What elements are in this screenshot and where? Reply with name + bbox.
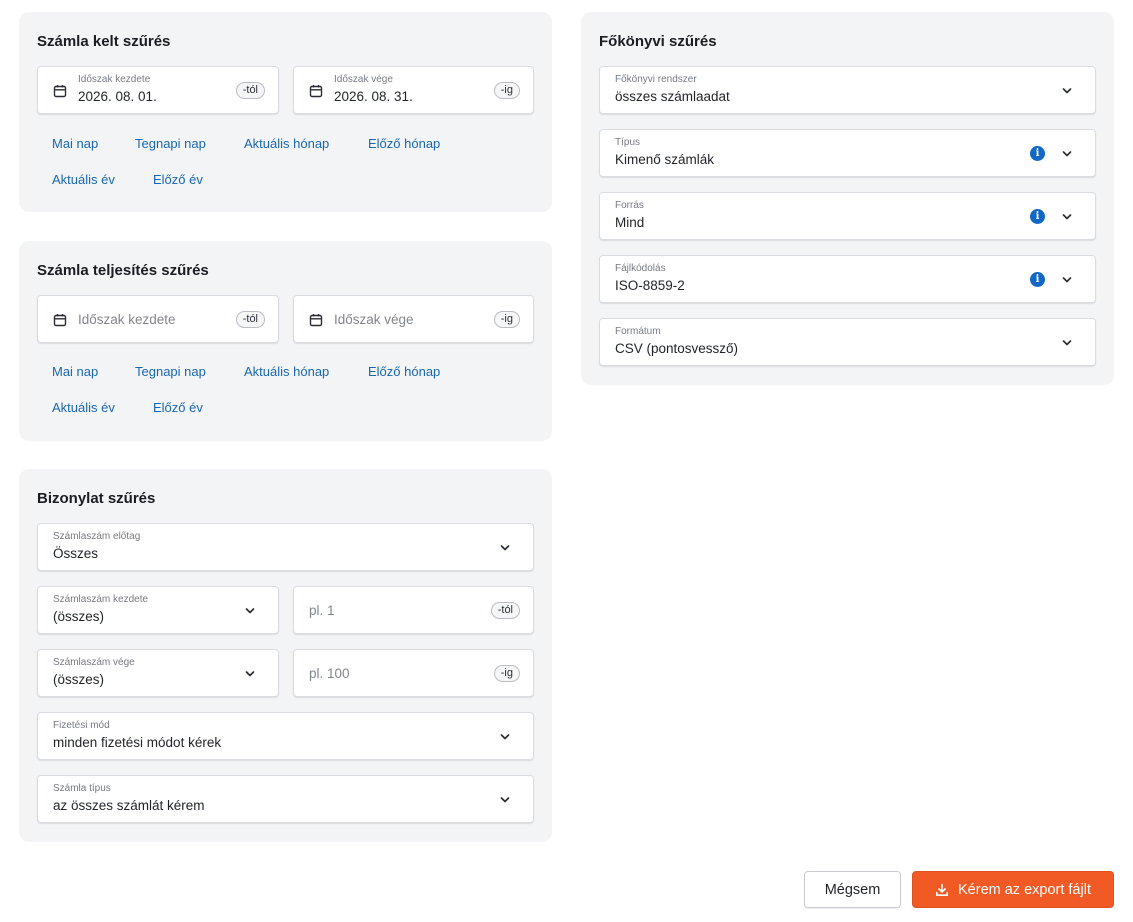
cancel-button-label: Mégsem bbox=[824, 881, 881, 898]
quick-link-yesterday[interactable]: Tegnapi nap bbox=[135, 364, 206, 379]
field-label: Számlaszám kezdete bbox=[53, 594, 149, 605]
invoice-number-end-select[interactable]: Számlaszám vége (összes) bbox=[37, 649, 279, 697]
field-label: Számla típus bbox=[53, 783, 111, 794]
invoice-type-select[interactable]: Számla típus az összes számlát kérem bbox=[37, 775, 534, 823]
quick-link-today[interactable]: Mai nap bbox=[52, 136, 98, 151]
field-label: Típus bbox=[615, 137, 641, 148]
chevron-down-icon bbox=[244, 606, 256, 616]
suffix-badge: -ig bbox=[493, 82, 520, 99]
quick-link-current-year[interactable]: Aktuális év bbox=[52, 400, 115, 415]
field-label: Fizetési mód bbox=[53, 720, 110, 731]
calendar-icon bbox=[309, 84, 323, 98]
ledger-type-select[interactable]: Típus Kimenő számlák i bbox=[599, 129, 1096, 177]
field-label: Számlaszám előtag bbox=[53, 531, 141, 542]
field-value: CSV (pontosvessző) bbox=[615, 341, 739, 356]
suffix-badge: -tól bbox=[490, 602, 520, 619]
calendar-icon bbox=[53, 84, 67, 98]
field-value: Kimenő számlák bbox=[615, 152, 715, 167]
payment-method-select[interactable]: Fizetési mód minden fizetési módot kérek bbox=[37, 712, 534, 760]
chevron-down-icon bbox=[1061, 275, 1073, 285]
quick-link-current-month[interactable]: Aktuális hónap bbox=[244, 136, 329, 151]
field-value: (összes) bbox=[53, 672, 105, 687]
field-value: minden fizetési módot kérek bbox=[53, 735, 222, 750]
ledger-encoding-select[interactable]: Fájlkódolás ISO-8859-2 i bbox=[599, 255, 1096, 303]
period-end-field[interactable]: Időszak vége 2026. 08. 31. -ig bbox=[293, 66, 534, 114]
suffix-badge: -tól bbox=[235, 82, 265, 99]
document-filter-card: Bizonylat szűrés Számlaszám előtag Össze… bbox=[19, 469, 552, 842]
ledger-filter-card: Főkönyvi szűrés Főkönyvi rendszer összes… bbox=[581, 12, 1114, 385]
card-title: Számla kelt szűrés bbox=[37, 33, 171, 50]
quick-link-previous-month[interactable]: Előző hónap bbox=[368, 136, 440, 151]
fulfillment-filter-card: Számla teljesítés szűrés Időszak kezdete… bbox=[19, 241, 552, 441]
field-label: Számlaszám vége bbox=[53, 657, 135, 668]
invoice-number-end-input[interactable]: pl. 100 -ig bbox=[293, 649, 534, 697]
field-placeholder: pl. 1 bbox=[309, 603, 335, 618]
fulfillment-start-field[interactable]: Időszak kezdete -tól bbox=[37, 295, 279, 343]
chevron-down-icon bbox=[499, 732, 511, 742]
calendar-icon bbox=[53, 313, 67, 327]
field-label: Főkönyvi rendszer bbox=[615, 74, 697, 85]
suffix-badge: -ig bbox=[493, 311, 520, 328]
calendar-icon bbox=[309, 313, 323, 327]
field-label: Forrás bbox=[615, 200, 644, 211]
field-placeholder: Időszak kezdete bbox=[78, 312, 176, 327]
ledger-system-select[interactable]: Főkönyvi rendszer összes számlaadat bbox=[599, 66, 1096, 114]
period-start-field[interactable]: Időszak kezdete 2026. 08. 01. -tól bbox=[37, 66, 279, 114]
field-value: 2026. 08. 01. bbox=[78, 89, 157, 104]
info-icon[interactable]: i bbox=[1030, 146, 1045, 161]
field-value: (összes) bbox=[53, 609, 105, 624]
info-icon[interactable]: i bbox=[1030, 272, 1045, 287]
chevron-down-icon bbox=[1061, 149, 1073, 159]
field-value: Mind bbox=[615, 215, 645, 230]
download-icon bbox=[935, 883, 948, 896]
chevron-down-icon bbox=[244, 669, 256, 679]
suffix-badge: -ig bbox=[493, 665, 520, 682]
quick-link-previous-month[interactable]: Előző hónap bbox=[368, 364, 440, 379]
invoice-date-filter-card: Számla kelt szűrés Időszak kezdete 2026.… bbox=[19, 12, 552, 212]
chevron-down-icon bbox=[1061, 338, 1073, 348]
field-label: Formátum bbox=[615, 326, 661, 337]
export-button-label: Kérem az export fájlt bbox=[958, 881, 1091, 898]
field-label: Időszak vége bbox=[334, 74, 393, 85]
chevron-down-icon bbox=[1061, 212, 1073, 222]
chevron-down-icon bbox=[499, 795, 511, 805]
ledger-source-select[interactable]: Forrás Mind i bbox=[599, 192, 1096, 240]
invoice-prefix-select[interactable]: Számlaszám előtag Összes bbox=[37, 523, 534, 571]
card-title: Főkönyvi szűrés bbox=[599, 33, 717, 50]
export-button[interactable]: Kérem az export fájlt bbox=[912, 871, 1114, 908]
invoice-number-start-select[interactable]: Számlaszám kezdete (összes) bbox=[37, 586, 279, 634]
ledger-format-select[interactable]: Formátum CSV (pontosvessző) bbox=[599, 318, 1096, 366]
quick-link-current-year[interactable]: Aktuális év bbox=[52, 172, 115, 187]
quick-link-previous-year[interactable]: Előző év bbox=[153, 400, 203, 415]
info-icon[interactable]: i bbox=[1030, 209, 1045, 224]
suffix-badge: -tól bbox=[235, 311, 265, 328]
field-label: Fájlkódolás bbox=[615, 263, 666, 274]
quick-link-today[interactable]: Mai nap bbox=[52, 364, 98, 379]
chevron-down-icon bbox=[499, 543, 511, 553]
quick-link-yesterday[interactable]: Tegnapi nap bbox=[135, 136, 206, 151]
card-title: Számla teljesítés szűrés bbox=[37, 262, 209, 279]
invoice-number-start-input[interactable]: pl. 1 -tól bbox=[293, 586, 534, 634]
card-title: Bizonylat szűrés bbox=[37, 490, 156, 507]
quick-link-previous-year[interactable]: Előző év bbox=[153, 172, 203, 187]
field-placeholder: pl. 100 bbox=[309, 666, 350, 681]
field-placeholder: Időszak vége bbox=[334, 312, 414, 327]
quick-link-current-month[interactable]: Aktuális hónap bbox=[244, 364, 329, 379]
field-value: az összes számlát kérem bbox=[53, 798, 205, 813]
chevron-down-icon bbox=[1061, 86, 1073, 96]
field-label: Időszak kezdete bbox=[78, 74, 151, 85]
field-value: Összes bbox=[53, 546, 99, 561]
field-value: 2026. 08. 31. bbox=[334, 89, 413, 104]
fulfillment-end-field[interactable]: Időszak vége -ig bbox=[293, 295, 534, 343]
field-value: ISO-8859-2 bbox=[615, 278, 685, 293]
field-value: összes számlaadat bbox=[615, 89, 730, 104]
cancel-button[interactable]: Mégsem bbox=[804, 871, 901, 908]
